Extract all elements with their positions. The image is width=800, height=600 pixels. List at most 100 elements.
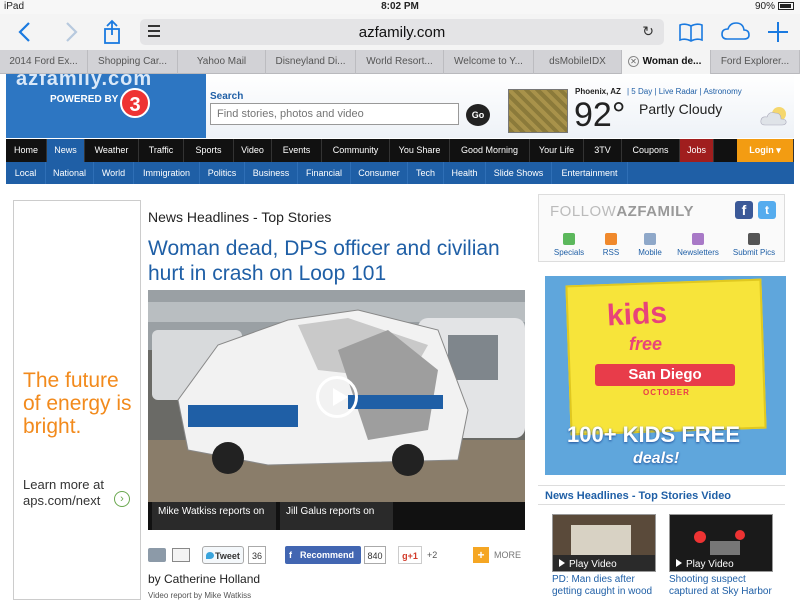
login-button[interactable]: Login ▾ [737,139,794,162]
battery-icon [778,2,794,11]
follow-link-submit-pics[interactable]: Submit Pics [732,233,776,257]
play-video-icon[interactable] [316,376,358,418]
nav-item-home[interactable]: Home [6,139,47,162]
video-headline[interactable]: Shooting suspect captured at Sky Harbor [669,574,779,598]
follow-link-label: RSS [602,248,620,257]
nav-item-events[interactable]: Events [272,139,322,162]
ad-deals-text: deals! [633,450,680,467]
ad-url: aps.com/next [23,493,101,508]
status-time: 8:02 PM [381,1,419,12]
subnav-item-slide-shows[interactable]: Slide Shows [486,162,552,184]
close-tab-icon[interactable]: ✕ [628,56,639,67]
nav-item-good-morning[interactable]: Good Morning [450,139,530,162]
radar-map-thumbnail[interactable] [508,89,568,133]
tab-label: Welcome to Y... [454,56,523,67]
nav-item-coupons[interactable]: Coupons [622,139,680,162]
tab-item[interactable]: Shopping Car... [88,50,178,74]
tab-item[interactable]: Yahoo Mail [178,50,266,74]
play-video-label: Play Video [676,559,734,570]
camera-icon [748,233,760,245]
bookmarks-icon[interactable] [677,18,705,46]
site-logo[interactable]: azfamily.com POWERED BY 3 [6,74,206,138]
forward-icon[interactable] [56,18,84,46]
follow-link-mobile[interactable]: Mobile [628,233,672,257]
tab-label: dsMobileIDX [549,56,606,67]
facebook-recommend-button[interactable]: Recommend [285,546,361,564]
video-caption[interactable]: Jill Galus reports on [280,502,393,530]
icloud-tabs-icon[interactable] [720,18,750,46]
tweet-count: 36 [248,546,266,564]
subnav-item-world[interactable]: World [94,162,134,184]
article-headline[interactable]: Woman dead, DPS officer and civilian hur… [148,236,533,286]
tab-item[interactable]: World Resort... [356,50,444,74]
twitter-icon[interactable]: t [758,201,776,219]
subnav-item-health[interactable]: Health [444,162,486,184]
follow-link-newsletters[interactable]: Newsletters [676,233,720,257]
nav-item-traffic[interactable]: Traffic [139,139,184,162]
subnav-item-national[interactable]: National [46,162,94,184]
subnav-item-immigration[interactable]: Immigration [134,162,200,184]
reload-icon[interactable]: ↻ [642,23,654,40]
nav-item-jobs[interactable]: Jobs [680,139,714,162]
nav-item-sports[interactable]: Sports [184,139,234,162]
tab-label: Ford Explorer... [720,56,790,67]
share-icon[interactable] [98,18,126,46]
follow-link-specials[interactable]: Specials [547,233,591,257]
ad-learn-label: Learn more at [23,477,104,492]
back-icon[interactable] [12,18,40,46]
browser-toolbar: azfamily.com ↻ [0,14,800,50]
nav-item-community[interactable]: Community [322,139,390,162]
kids-free-san-diego-ad[interactable]: kids free San Diego OCTOBER 100+ KIDS FR… [545,276,786,475]
search-input[interactable] [210,103,459,125]
subnav-item-politics[interactable]: Politics [200,162,245,184]
follow-azfamily-box: FOLLOWAZFAMILY f t Specials RSS Mobile N… [538,194,785,262]
subnav-item-tech[interactable]: Tech [408,162,444,184]
tab-item[interactable]: Disneyland Di... [266,50,356,74]
ad-free-text: free [629,334,663,354]
nav-item-video[interactable]: Video [234,139,272,162]
email-icon[interactable] [172,548,190,562]
follow-link-rss[interactable]: RSS [589,233,633,257]
tab-item[interactable]: dsMobileIDX [534,50,622,74]
subnav-item-entertainment[interactable]: Entertainment [552,162,628,184]
print-icon[interactable] [148,548,166,562]
video-thumbnail[interactable]: Play Video [552,514,656,572]
url-text: azfamily.com [358,24,446,41]
weather-temperature: 92° [574,96,626,134]
more-share-label[interactable]: MORE [494,546,521,564]
tab-label: Disneyland Di... [275,56,346,67]
article-video-player[interactable]: Mike Watkiss reports on Jill Galus repor… [148,290,525,530]
share-toolbar: Tweet 36 Recommend 840 g+1 +2 + MORE [148,546,528,564]
nav-item-3tv[interactable]: 3TV [584,139,622,162]
subnav-item-financial[interactable]: Financial [298,162,351,184]
nav-item-weather[interactable]: Weather [85,139,139,162]
tweet-button[interactable]: Tweet [202,546,244,564]
video-headline[interactable]: PD: Man dies after getting caught in woo… [552,574,662,598]
weather-links[interactable]: | 5 Day | Live Radar | Astronomy [627,87,742,96]
site-header: azfamily.com POWERED BY 3 Search Go Phoe… [6,74,794,138]
subnav-item-local[interactable]: Local [6,162,46,184]
video-thumbnail[interactable]: Play Video [669,514,773,572]
facebook-icon[interactable]: f [735,201,753,219]
nav-item-you-share[interactable]: You Share [390,139,450,162]
new-tab-icon[interactable] [764,18,792,46]
nav-item-your-life[interactable]: Your Life [530,139,584,162]
video-caption[interactable]: Mike Watkiss reports on [152,502,276,530]
aps-advertisement[interactable]: The future of energy is bright. Learn mo… [13,200,141,600]
tab-item-active[interactable]: ✕ Woman de... [622,50,711,74]
sub-navigation: Local National World Immigration Politic… [6,162,794,184]
nav-item-news[interactable]: News [47,139,85,162]
address-bar[interactable]: azfamily.com ↻ [140,19,664,45]
tab-item[interactable]: Welcome to Y... [444,50,534,74]
more-share-icon[interactable]: + [473,547,489,563]
subnav-item-consumer[interactable]: Consumer [351,162,408,184]
tab-item[interactable]: 2014 Ford Ex... [0,50,88,74]
article-byline: by Catherine Holland [148,572,261,586]
follow-link-label: Mobile [638,248,662,257]
tab-item[interactable]: Ford Explorer... [711,50,800,74]
subnav-item-business[interactable]: Business [245,162,298,184]
search-go-button[interactable]: Go [466,104,490,126]
play-video-label: Play Video [559,559,617,570]
google-plus-button[interactable]: g+1 [398,546,422,564]
follow-title-bold: AZFAMILY [616,203,694,220]
